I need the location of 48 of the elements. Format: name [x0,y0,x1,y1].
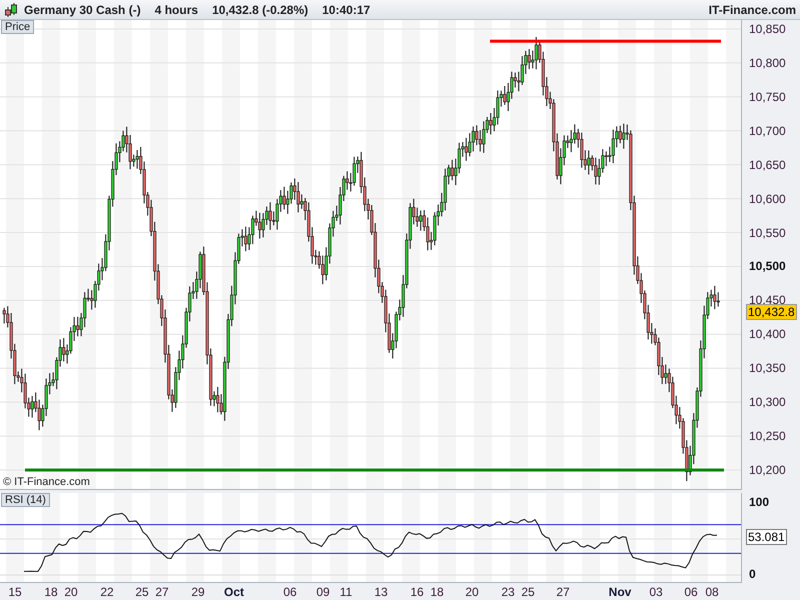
date-axis-label: 25 [135,585,149,599]
price-axis-label: 10,200 [749,463,786,478]
date-axis-label: 09 [316,585,330,599]
panel-label: Price [1,20,34,34]
rsi-value-tag: 53.081 [746,528,787,545]
date-axis-label: 03 [649,585,663,599]
date-axis-label: 25 [521,585,535,599]
date-axis-label: 06 [684,585,698,599]
date-axis-label: 23 [501,585,515,599]
date-axis-label: 16 [410,585,424,599]
current-price-tag: 10,432.8 [746,304,797,320]
price-axis-label: 10,300 [749,395,786,410]
price-axis-label: 10,250 [749,429,786,444]
rsi-axis-label: 100 [749,495,770,509]
price-axis-label: 10,800 [749,56,786,70]
price-axis-label: 10,400 [749,327,786,342]
date-axis-label: 18 [44,585,58,599]
date-axis-label: 08 [705,585,719,599]
date-axis-label: 15 [8,585,22,599]
brand-name: IT-Finance.com [708,2,796,16]
date-axis-label: 20 [64,585,78,599]
copyright-text: © IT-Finance.com [3,476,90,488]
date-axis-label: 18 [430,585,444,599]
date-axis-label: 06 [283,585,297,599]
price-axis-label: 10,650 [749,158,786,172]
price-axis-label: 10,700 [749,124,786,138]
price-axis-label: 10,350 [749,361,786,376]
candlestick-icon [4,2,18,16]
date-axis-label: Nov [608,585,632,599]
rsi-axis-label: 0 [749,567,756,581]
instrument-name: Germany 30 Cash (-) [24,2,141,16]
price-axis-label: 10,600 [749,192,786,206]
date-axis-label: 11 [340,585,352,599]
date-axis-label: 27 [556,585,570,599]
price-axis-label: 10,550 [749,226,786,240]
timeframe: 4 hours [154,2,198,16]
date-axis-label: 27 [155,585,169,599]
price-axis-label: 10,500 [749,259,786,274]
price-axis-label: 10,850 [749,22,786,36]
date-axis-label: 20 [465,585,479,599]
panel-label: RSI (14) [1,493,50,507]
price-axis-label: 10,750 [749,90,786,104]
date-axis-label: 22 [100,585,114,599]
price-quote: 10,432.8 (-0.28%) [212,2,308,16]
date-axis-label: 29 [191,585,205,599]
date-axis-label: Oct [224,585,244,599]
quote-time: 10:40:17 [322,2,370,16]
date-axis-label: 13 [374,585,388,599]
